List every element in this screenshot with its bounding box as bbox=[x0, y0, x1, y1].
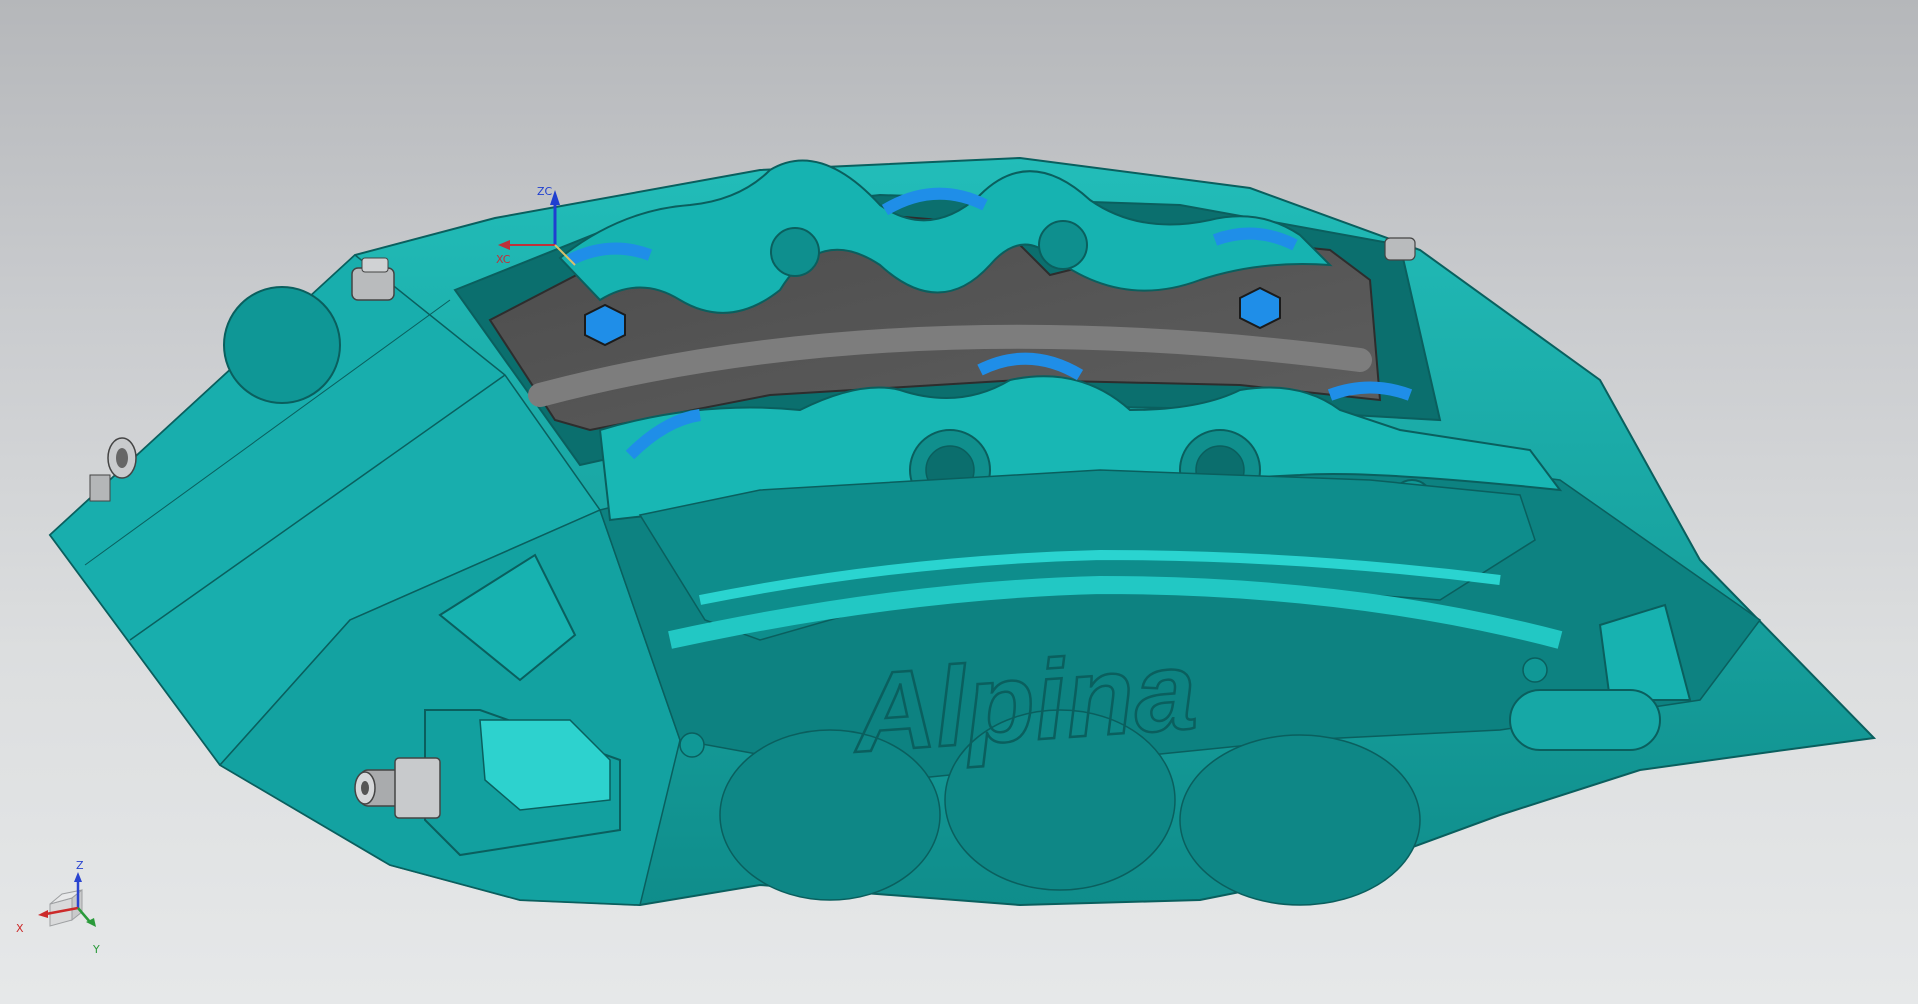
view-triad[interactable]: Z X Y bbox=[10, 860, 110, 964]
right-oval-slot bbox=[1509, 689, 1661, 751]
brake-caliper-model[interactable]: Alpina bbox=[0, 0, 1918, 1004]
bridge-bolt-hole-2 bbox=[1038, 220, 1088, 270]
wcs-z-label: ZC bbox=[537, 185, 553, 198]
left-small-hole bbox=[679, 732, 705, 758]
triad-y-label: Y bbox=[93, 943, 100, 956]
pad-hole-right bbox=[1239, 286, 1281, 330]
piston-bulge-3 bbox=[1179, 734, 1421, 906]
wcs-x-label: XC bbox=[496, 253, 511, 266]
graphics-window[interactable]: Alpina ZC XC Z X Y bbox=[0, 0, 1918, 1004]
left-end-bore bbox=[223, 286, 341, 404]
top-right-bolt[interactable] bbox=[1384, 237, 1416, 261]
pad-hole-left bbox=[584, 303, 626, 347]
right-small-hole bbox=[1522, 657, 1548, 683]
triad-x-label: X bbox=[16, 922, 24, 935]
bridge-bolt-hole-1 bbox=[770, 227, 820, 277]
triad-z-label: Z bbox=[76, 859, 84, 872]
engraved-logo-text: Alpina bbox=[847, 627, 1200, 776]
